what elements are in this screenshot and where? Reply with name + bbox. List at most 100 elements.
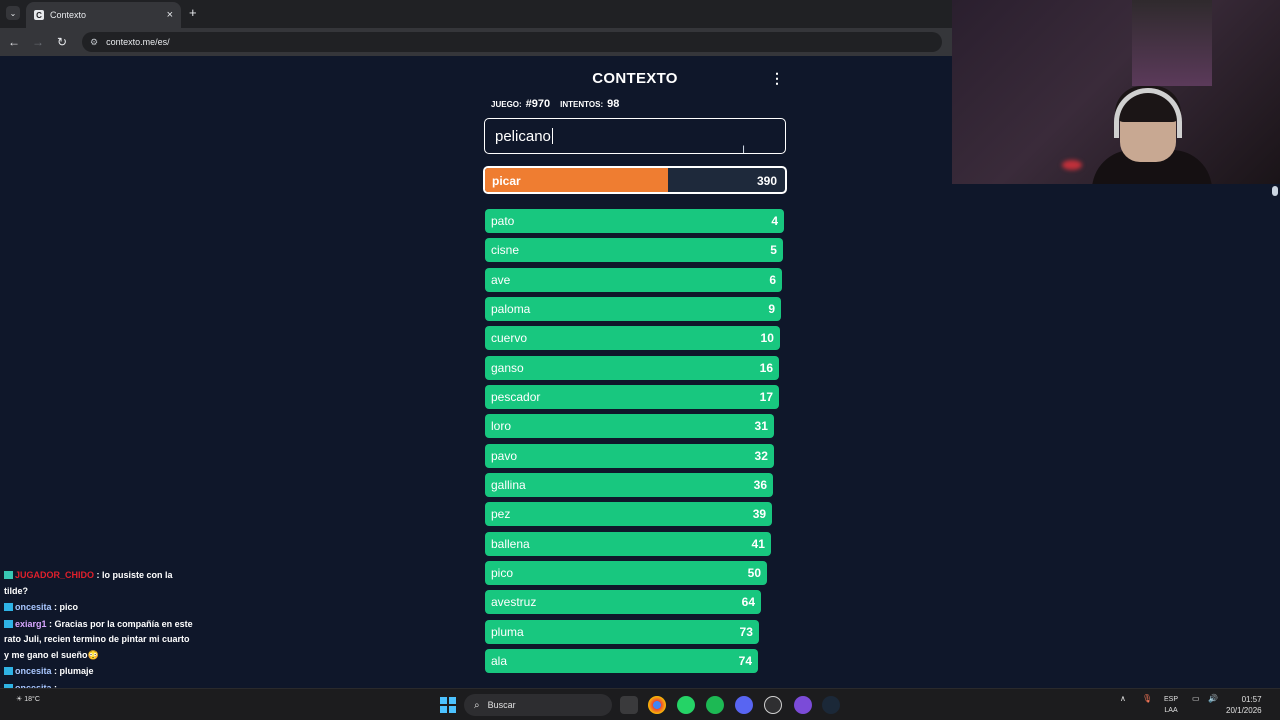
microphone-icon[interactable]: 🎙 xyxy=(1142,694,1152,703)
tray-chevron-icon[interactable]: ∧ xyxy=(1120,694,1126,703)
chat-username[interactable]: oncesita xyxy=(15,666,52,676)
clock-time: 01:57 xyxy=(1241,695,1262,704)
tab-title: Contexto xyxy=(50,10,87,20)
page-scrollbar[interactable] xyxy=(1270,184,1280,686)
lang-top: ESP xyxy=(1164,696,1179,703)
chat-message: JUGADOR_CHIDO : lo pusiste con la tilde? xyxy=(4,568,194,599)
game-number: #970 xyxy=(525,98,551,110)
guess-word: ganso xyxy=(491,360,524,375)
guess-row: pico 50 xyxy=(485,561,785,586)
last-guess-distance: 390 xyxy=(756,174,777,188)
volume-icon[interactable]: 🔊 xyxy=(1208,694,1218,703)
favicon-icon: C xyxy=(34,10,44,20)
guess-word: loro xyxy=(491,419,512,434)
steam-icon[interactable] xyxy=(822,696,840,714)
guess-word: ala xyxy=(491,654,508,669)
guess-row: ala 74 xyxy=(485,649,785,674)
guess-row: avestruz 64 xyxy=(485,590,785,615)
reload-icon[interactable]: ↻ xyxy=(50,35,74,49)
browser-toolbar: ← → ↻ ⚙ contexto.me/es/ xyxy=(0,28,952,56)
file-explorer-icon[interactable] xyxy=(620,696,638,714)
clock[interactable]: 01:57 20/1/2026 xyxy=(1226,694,1262,716)
chat-username[interactable]: oncesita xyxy=(15,602,52,612)
tab-contexto[interactable]: C Contexto × xyxy=(26,2,181,28)
language-indicator[interactable]: ESP LAA xyxy=(1164,694,1178,716)
guess-bar xyxy=(485,209,785,233)
obs-icon[interactable] xyxy=(764,696,782,714)
back-icon[interactable]: ← xyxy=(2,35,26,49)
site-info-icon[interactable]: ⚙ xyxy=(90,37,98,48)
guess-distance: 64 xyxy=(741,595,755,610)
game-label: JUEGO: xyxy=(491,100,522,109)
guess-row: ganso 16 xyxy=(485,355,785,380)
app-icon[interactable] xyxy=(794,696,812,714)
guess-distance: 4 xyxy=(771,214,779,228)
guess-row: cuervo 10 xyxy=(485,326,785,351)
chrome-icon[interactable] xyxy=(648,696,666,714)
discord-icon[interactable] xyxy=(735,696,753,714)
guess-row: ave 6 xyxy=(485,267,785,292)
guess-bar xyxy=(485,355,779,380)
guess-input-value: pelicano xyxy=(495,127,551,145)
guess-word: cuervo xyxy=(491,331,528,346)
scrollbar-thumb[interactable] xyxy=(1272,186,1278,196)
guess-bar xyxy=(485,414,774,439)
tab-search-icon[interactable]: ⌄ xyxy=(6,6,20,20)
url-text: contexto.me/es/ xyxy=(106,37,170,47)
guess-distance: 31 xyxy=(754,419,768,434)
chat-message: oncesita : pico xyxy=(4,600,194,616)
guess-row: loro 31 xyxy=(485,414,785,439)
guess-bar xyxy=(485,649,758,674)
last-guess-row: picar 390 xyxy=(483,166,787,194)
guess-distance: 6 xyxy=(769,272,776,287)
new-tab-icon[interactable]: + xyxy=(189,5,197,20)
attempts-count: 98 xyxy=(607,98,620,110)
weather-widget[interactable]: ☀ 18°C xyxy=(16,695,40,703)
guess-word: pico xyxy=(491,566,514,581)
chat-username[interactable]: exiarg1 xyxy=(15,619,47,629)
guess-distance: 36 xyxy=(753,478,767,493)
chat-message: exiarg1 : Gracias por la compañía en est… xyxy=(4,617,194,664)
guess-word: pescador xyxy=(491,390,541,405)
chat-badge-icon xyxy=(4,667,13,675)
taskbar-search-placeholder: Buscar xyxy=(487,700,516,710)
guess-row: ballena 41 xyxy=(485,531,785,556)
chat-badge-icon xyxy=(4,619,13,628)
guess-distance: 74 xyxy=(738,654,752,669)
guess-bar xyxy=(485,502,773,527)
attempts-label: INTENTOS: xyxy=(560,100,604,109)
taskbar-search[interactable]: ⌕ Buscar xyxy=(464,694,612,716)
game-info: JUEGO: #970 INTENTOS: 98 xyxy=(491,98,625,110)
forward-icon[interactable]: → xyxy=(26,35,50,49)
taskbar: ☀ 18°C ⌕ Buscar ∧ 🎙 ESP LAA ▭ 🔊 01:57 20… xyxy=(0,688,1280,720)
spotify-icon[interactable] xyxy=(706,696,724,714)
guess-distance: 17 xyxy=(759,390,773,405)
chat-text: : pico xyxy=(54,602,79,612)
guess-distance: 32 xyxy=(754,448,768,463)
chat-username[interactable]: JUGADOR_CHIDO xyxy=(15,570,94,580)
guess-word: pavo xyxy=(491,448,518,463)
guess-row: pato 4 xyxy=(485,209,785,233)
last-guess-word: picar xyxy=(492,174,521,188)
close-tab-icon[interactable]: × xyxy=(167,9,173,21)
weather-icon: ☀ xyxy=(16,696,23,703)
guess-bar xyxy=(485,238,783,263)
guess-distance: 5 xyxy=(770,243,777,258)
guess-bar xyxy=(485,473,773,498)
guess-distance: 39 xyxy=(752,507,767,522)
network-icon[interactable]: ▭ xyxy=(1192,694,1200,703)
page-title: CONTEXTO xyxy=(592,70,678,87)
guess-bar xyxy=(485,326,780,351)
menu-kebab-icon[interactable]: ⋮ xyxy=(770,70,784,87)
guess-input[interactable]: pelicano xyxy=(484,118,786,154)
guess-row: paloma 9 xyxy=(485,297,785,322)
tab-bar: ⌄ C Contexto × + xyxy=(0,0,952,28)
guess-row: gallina 36 xyxy=(485,473,785,498)
windows-start-icon[interactable] xyxy=(440,697,456,713)
whatsapp-icon[interactable] xyxy=(677,696,695,714)
guess-bar xyxy=(485,443,774,468)
guess-word: pato xyxy=(491,214,515,228)
address-bar[interactable]: ⚙ contexto.me/es/ xyxy=(82,32,942,52)
guess-bar xyxy=(485,267,782,292)
guess-word: paloma xyxy=(491,302,531,317)
